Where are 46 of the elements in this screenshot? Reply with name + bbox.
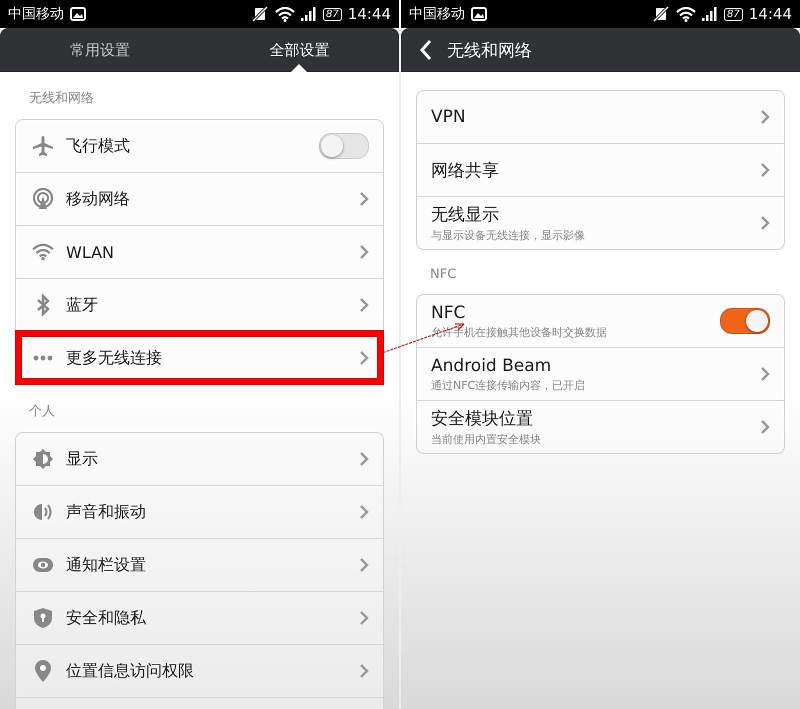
settings-row[interactable]: 声音和振动: [16, 485, 383, 538]
row-subtitle: 与显示设备无线连接，显示影像: [431, 228, 586, 243]
row-label: 网络共享: [431, 160, 500, 182]
row-label: 蓝牙: [66, 294, 99, 316]
row-label: 无线显示: [431, 204, 500, 226]
row-subtitle: 通过NFC连接传输内容，已开启: [431, 378, 586, 392]
row-label: 更多无线连接: [66, 348, 163, 368]
row-label: WLAN: [66, 242, 116, 262]
settings-row[interactable]: 安全和隐私: [16, 591, 383, 644]
row-label: 显示: [66, 448, 99, 470]
settings-row[interactable]: 更多无线连接: [16, 331, 383, 384]
settings-row[interactable]: 无线显示 与显示设备无线连接，显示影像: [417, 196, 784, 249]
settings-row[interactable]: WLAN: [16, 225, 383, 278]
settings-row[interactable]: VPN: [417, 91, 784, 143]
row-label: 安全模块位置: [431, 408, 534, 430]
settings-row[interactable]: 移动网络: [16, 172, 383, 225]
row-subtitle: 当前使用内置安全模块: [431, 432, 542, 447]
settings-row[interactable]: 蓝牙: [16, 278, 383, 331]
row-label: NFC: [431, 302, 466, 322]
row-label: 移动网络: [66, 188, 131, 210]
page-title: 无线和网络: [447, 40, 532, 62]
section-title: NFC: [429, 266, 458, 284]
battery-level: 87: [724, 8, 743, 20]
row-label: 声音和振动: [66, 502, 147, 522]
tab[interactable]: 常用设置: [0, 28, 200, 72]
settings-row[interactable]: 位置信息访问权限: [16, 644, 383, 697]
settings-row[interactable]: 飞行模式: [16, 120, 383, 172]
row-label: 位置信息访问权限: [66, 660, 195, 682]
clock: 14:44: [748, 5, 792, 23]
settings-row[interactable]: Android Beam 通过NFC连接传输内容，已开启: [417, 347, 784, 400]
battery-level: 87: [323, 8, 342, 20]
carrier-name: 中国移动: [409, 5, 465, 23]
settings-row[interactable]: 显示: [16, 433, 383, 485]
clock: 14:44: [348, 5, 391, 23]
settings-row[interactable]: 网络共享: [417, 143, 784, 196]
carrier-name: 中国移动: [8, 5, 64, 23]
section-title: 个人: [28, 403, 56, 421]
row-label: 通知栏设置: [66, 554, 147, 576]
row-label: 飞行模式: [66, 136, 131, 156]
tab[interactable]: 全部设置: [200, 28, 399, 72]
settings-row[interactable]: 通知栏设置: [16, 538, 383, 591]
section-title: 无线和网络: [28, 90, 95, 108]
row-label: VPN: [431, 107, 467, 127]
settings-row[interactable]: 安全模块位置 当前使用内置安全模块: [417, 400, 784, 453]
row-label: Android Beam: [431, 356, 552, 376]
row-label: 安全和隐私: [66, 608, 147, 628]
